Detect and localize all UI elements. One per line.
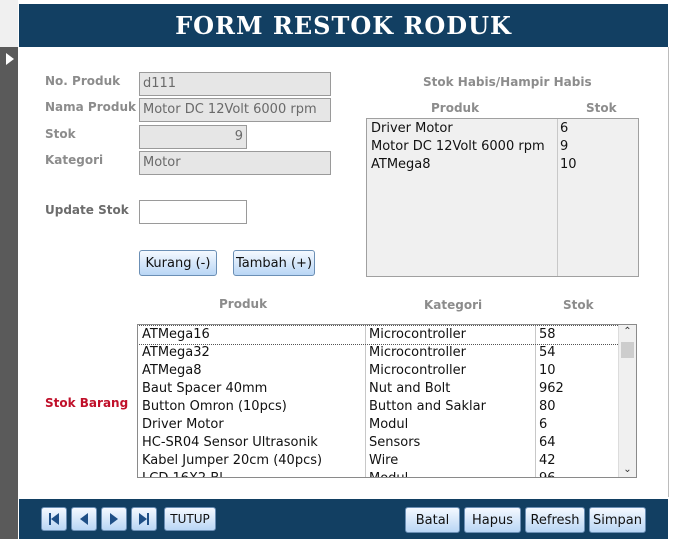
- cell-produk: Driver Motor: [142, 417, 224, 432]
- low-stock-col-stok: Stok: [586, 101, 617, 115]
- cell-stok: 54: [539, 345, 556, 360]
- update-stok-input[interactable]: [139, 200, 247, 224]
- cell-stok: 80: [539, 399, 556, 414]
- scrollbar-thumb[interactable]: [621, 342, 634, 358]
- low-stock-stok: 6: [560, 121, 569, 136]
- cell-kategori: Microcontroller: [369, 363, 467, 378]
- tambah-button[interactable]: Tambah (+): [233, 250, 315, 276]
- cell-kategori: Modul: [369, 470, 408, 477]
- low-stock-col-produk: Produk: [431, 101, 480, 115]
- cell-stok: 42: [539, 453, 556, 468]
- cell-stok: 6: [539, 417, 548, 432]
- stock-table[interactable]: ATMega16 Microcontroller 58 ATMega32 Mic…: [137, 324, 637, 478]
- stok-label: Stok: [45, 127, 76, 141]
- stok-field[interactable]: 9: [139, 125, 247, 149]
- batal-button[interactable]: Batal: [405, 507, 460, 533]
- cell-stok: 96: [539, 470, 556, 477]
- cell-produk: Baut Spacer 40mm: [142, 381, 268, 396]
- page-title: FORM RESTOK RODUK: [19, 4, 668, 47]
- first-record-button[interactable]: [41, 507, 67, 531]
- chevron-up-icon[interactable]: ⌃: [619, 325, 636, 339]
- last-icon: [139, 513, 147, 525]
- left-sidebar: [0, 0, 18, 539]
- stok-barang-label: Stok Barang: [45, 396, 129, 410]
- main-panel: No. Produk d111 Nama Produk Motor DC 12V…: [18, 47, 669, 497]
- table-divider: [535, 325, 536, 477]
- low-stock-title: Stok Habis/Hampir Habis: [423, 75, 592, 89]
- cell-kategori: Sensors: [369, 435, 421, 450]
- low-stock-produk: Driver Motor: [371, 121, 453, 136]
- table-divider: [365, 325, 366, 477]
- last-record-button[interactable]: [131, 507, 157, 531]
- tutup-button[interactable]: TUTUP: [164, 507, 216, 531]
- last-icon-bar: [147, 513, 149, 525]
- simpan-button[interactable]: Simpan: [589, 507, 646, 533]
- kurang-button[interactable]: Kurang (-): [139, 250, 217, 276]
- next-record-button[interactable]: [101, 507, 127, 531]
- sidebar-strip: [0, 47, 18, 539]
- low-stock-stok: 10: [560, 157, 577, 172]
- cell-stok: 962: [539, 381, 564, 396]
- no-produk-field[interactable]: d111: [139, 72, 331, 96]
- table-scrollbar[interactable]: ⌃ ⌄: [618, 325, 636, 477]
- prev-record-button[interactable]: [71, 507, 97, 531]
- cell-produk: ATMega16: [142, 327, 210, 342]
- chevron-down-icon[interactable]: ⌄: [619, 463, 636, 477]
- cell-produk: Kabel Jumper 20cm (40pcs): [142, 453, 323, 468]
- first-icon: [51, 513, 59, 525]
- cell-stok: 64: [539, 435, 556, 450]
- low-stock-stok: 9: [560, 139, 569, 154]
- stock-col-produk: Produk: [219, 297, 268, 311]
- cell-produk: LCD 16X2 Bl: [142, 470, 223, 477]
- nama-produk-field[interactable]: Motor DC 12Volt 6000 rpm: [139, 98, 331, 122]
- footer-toolbar: TUTUP Batal Hapus Refresh Simpan: [19, 499, 668, 539]
- cell-kategori: Wire: [369, 453, 399, 468]
- refresh-button[interactable]: Refresh: [525, 507, 585, 533]
- no-produk-label: No. Produk: [45, 74, 121, 88]
- cell-produk: ATMega32: [142, 345, 210, 360]
- prev-icon: [80, 513, 88, 525]
- cell-stok: 10: [539, 363, 556, 378]
- cell-kategori: Modul: [369, 417, 409, 432]
- nama-produk-label: Nama Produk: [45, 100, 136, 114]
- low-stock-produk: Motor DC 12Volt 6000 rpm: [371, 139, 545, 154]
- stock-col-kategori: Kategori: [424, 298, 483, 312]
- low-stock-divider: [557, 119, 558, 276]
- stock-col-stok: Stok: [563, 298, 594, 312]
- cell-kategori: Microcontroller: [369, 345, 467, 360]
- cell-produk: ATMega8: [142, 363, 202, 378]
- cell-kategori: Nut and Bolt: [369, 381, 451, 396]
- kategori-label: Kategori: [45, 153, 104, 167]
- low-stock-list: Driver Motor 6 Motor DC 12Volt 6000 rpm …: [366, 118, 639, 277]
- cell-kategori: Microcontroller: [369, 327, 467, 342]
- kategori-field[interactable]: Motor: [139, 151, 331, 175]
- next-icon: [110, 513, 118, 525]
- expand-arrow-icon[interactable]: [6, 53, 14, 65]
- low-stock-produk: ATMega8: [371, 157, 431, 172]
- table-row[interactable]: ATMega16 Microcontroller 58: [138, 325, 620, 345]
- cell-produk: HC-SR04 Sensor Ultrasonik: [142, 435, 318, 450]
- cell-kategori: Button and Saklar: [369, 399, 486, 414]
- cell-produk: Button Omron (10pcs): [142, 399, 287, 414]
- cell-stok: 58: [539, 327, 556, 342]
- update-stok-label: Update Stok: [45, 203, 129, 217]
- hapus-button[interactable]: Hapus: [464, 507, 521, 533]
